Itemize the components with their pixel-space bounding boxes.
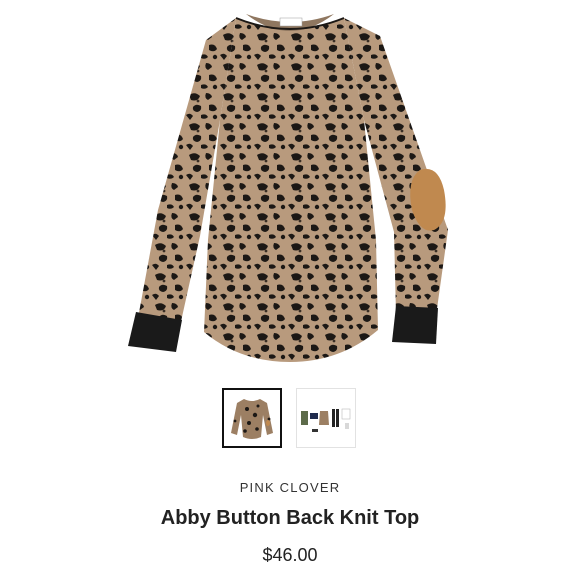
- product-main-image[interactable]: [118, 0, 462, 372]
- thumbnail-gallery: [222, 388, 356, 448]
- thumbnail-outfit[interactable]: [296, 388, 356, 448]
- leopard-top-illustration: [128, 14, 448, 362]
- product-brand: PINK CLOVER: [239, 480, 341, 495]
- product-price: $46.00: [262, 545, 318, 565]
- product-title: Abby Button Back Knit Top: [160, 507, 420, 529]
- leopard-top-thumbnail-icon: [231, 399, 273, 439]
- outfit-styling-thumbnail-icon: [301, 408, 351, 432]
- thumbnail-leopard-top[interactable]: [222, 388, 282, 448]
